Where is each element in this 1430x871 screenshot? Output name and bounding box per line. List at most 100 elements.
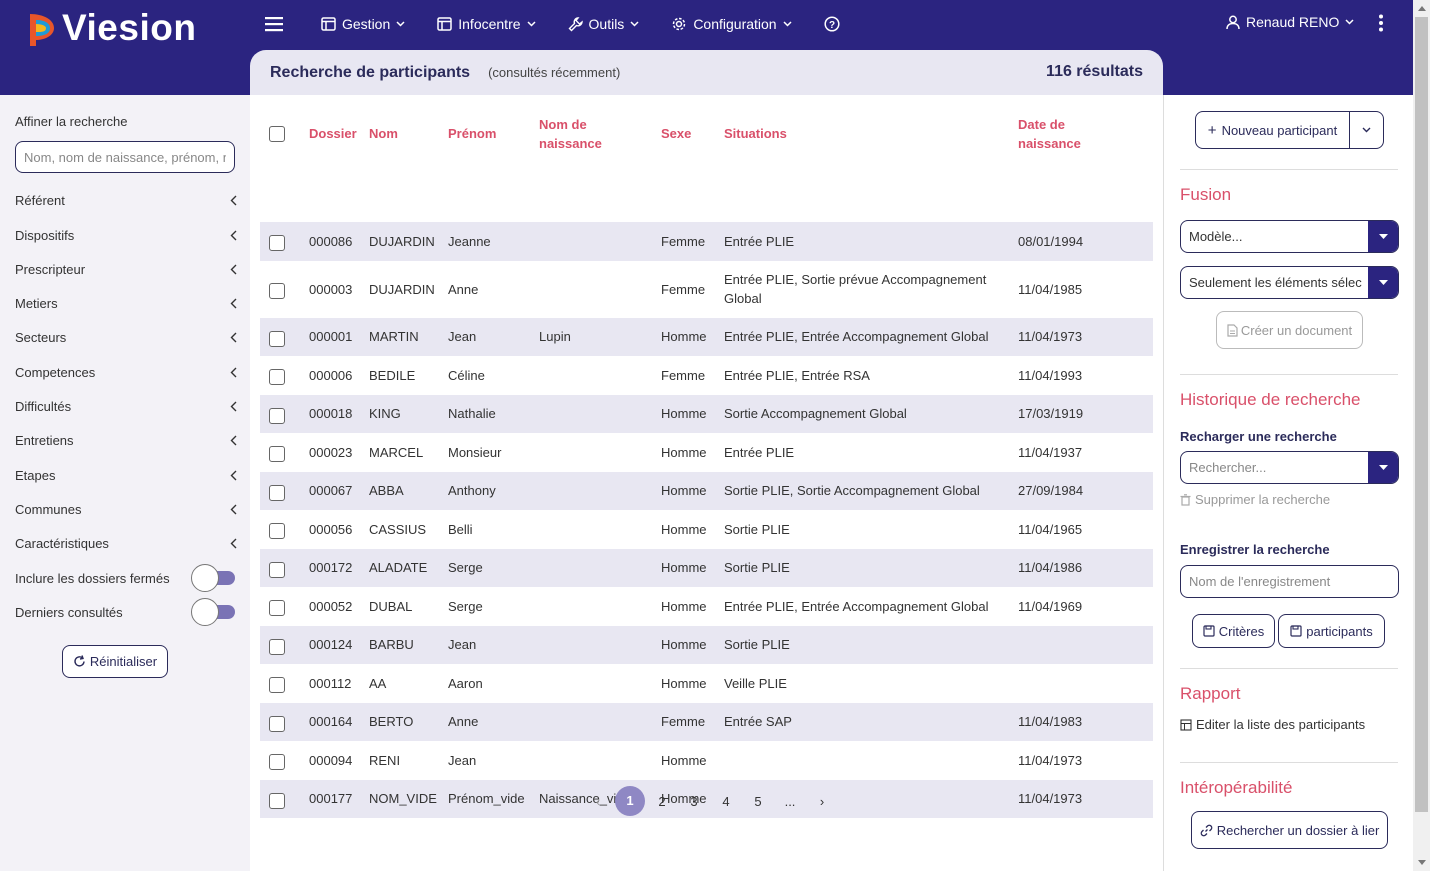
cell-date-naissance: 08/01/1994 <box>1018 233 1084 249</box>
link-folder-button[interactable]: Rechercher un dossier à lier <box>1191 811 1388 849</box>
scroll-thumb[interactable] <box>1415 17 1428 812</box>
cell-situations: Sortie PLIE, Sortie Accompagnement Globa… <box>724 483 980 499</box>
app-logo[interactable]: Viesion <box>26 8 196 48</box>
col-situations[interactable]: Situations <box>724 104 787 163</box>
filter-label: Référent <box>15 193 65 208</box>
row-checkbox[interactable] <box>269 235 285 252</box>
row-checkbox[interactable] <box>269 523 285 540</box>
modele-select[interactable]: Modèle... <box>1180 220 1399 253</box>
table-row[interactable]: 000112 AA Aaron Homme Veille PLIE <box>260 664 1153 703</box>
row-checkbox[interactable] <box>269 715 285 732</box>
save-participants-button[interactable]: participants <box>1278 614 1385 648</box>
edit-list-link[interactable]: Editer la liste des participants <box>1180 717 1365 732</box>
table-row[interactable]: 000006 BEDILE Céline Femme Entrée PLIE, Entr… <box>260 356 1153 395</box>
page-5[interactable]: 5 <box>742 794 774 809</box>
chevron-left-icon <box>230 298 237 309</box>
next-page-icon[interactable]: › <box>806 794 838 809</box>
row-checkbox[interactable] <box>269 600 285 617</box>
row-checkbox[interactable] <box>269 407 285 424</box>
row-checkbox[interactable] <box>269 561 285 578</box>
row-checkbox[interactable] <box>269 677 285 694</box>
filter-label: Metiers <box>15 296 58 311</box>
reload-search-select[interactable]: Rechercher... <box>1180 451 1399 484</box>
table-row[interactable]: 000172 ALADATE Serge Homme Sortie PLIE 11/04/… <box>260 548 1153 587</box>
table-row[interactable]: 000003 DUJARDIN Anne Femme Entrée PLIE, Sort… <box>260 261 1153 318</box>
cell-prenom: Prénom_vide <box>448 791 525 807</box>
selection-select[interactable]: Seulement les éléments sélec <box>1180 266 1399 299</box>
filter-metiers[interactable]: Metiers <box>15 296 237 311</box>
new-participant-dropdown[interactable] <box>1350 112 1383 148</box>
table-row[interactable]: 000052 DUBAL Serge Homme Entrée PLIE, Entrée… <box>260 587 1153 626</box>
filter-dispositifs[interactable]: Dispositifs <box>15 228 237 243</box>
page-2[interactable]: 2 <box>646 794 678 809</box>
caret-down-icon[interactable] <box>1368 267 1398 298</box>
toggle-closed-files[interactable] <box>191 564 235 592</box>
page-ellipsis[interactable]: ... <box>774 794 806 809</box>
page-3[interactable]: 3 <box>678 794 710 809</box>
hamburger-menu-icon[interactable] <box>265 16 289 32</box>
nav-configuration[interactable]: Configuration <box>671 16 792 32</box>
col-nom-naissance[interactable]: Nom de naissance <box>539 104 619 163</box>
table-row[interactable]: 000056 CASSIUS Belli Homme Sortie PLIE 11/04/… <box>260 510 1153 549</box>
row-checkbox[interactable] <box>269 792 285 809</box>
filter-caracteristiques[interactable]: Caractéristiques <box>15 536 237 551</box>
more-options-icon[interactable] <box>1376 14 1386 35</box>
table-row[interactable]: 000086 DUJARDIN Jeanne Femme Entrée PLIE 08/0… <box>260 222 1153 261</box>
row-checkbox[interactable] <box>269 369 285 386</box>
save-criteria-button[interactable]: Critères <box>1192 614 1275 648</box>
scroll-up-icon[interactable] <box>1413 0 1430 17</box>
help-icon[interactable]: ? <box>824 16 846 32</box>
delete-search-link[interactable]: Supprimer la recherche <box>1180 492 1330 507</box>
col-nom[interactable]: Nom <box>369 104 398 163</box>
filter-entretiens[interactable]: Entretiens <box>15 433 237 448</box>
reset-button[interactable]: Réinitialiser <box>62 645 168 678</box>
user-menu[interactable]: Renaud RENO <box>1226 14 1354 30</box>
cell-nom-naissance <box>539 664 659 703</box>
select-all-checkbox[interactable] <box>269 126 285 142</box>
col-sexe[interactable]: Sexe <box>661 104 691 163</box>
scroll-down-icon[interactable] <box>1413 854 1430 871</box>
filter-prescripteur[interactable]: Prescripteur <box>15 262 237 277</box>
cell-dossier: 000001 <box>309 329 353 345</box>
toggle-recent[interactable] <box>191 598 235 626</box>
row-checkbox[interactable] <box>269 446 285 463</box>
table-row[interactable]: 000023 MARCEL Monsieur Homme Entrée PLIE 11/0… <box>260 433 1153 472</box>
filter-difficultes[interactable]: Difficultés <box>15 399 237 414</box>
filter-secteurs[interactable]: Secteurs <box>15 330 237 345</box>
new-participant-button[interactable]: + Nouveau participant <box>1196 112 1350 148</box>
save-name-input[interactable] <box>1180 565 1399 598</box>
participants-label: participants <box>1306 623 1373 639</box>
table-row[interactable]: 000018 KING Nathalie Homme Sortie Accompagne… <box>260 394 1153 433</box>
nav-outils[interactable]: Outils <box>568 16 640 32</box>
search-input[interactable] <box>15 141 235 173</box>
caret-down-icon[interactable] <box>1368 452 1398 483</box>
create-document-button[interactable]: Créer un document <box>1216 311 1363 349</box>
nav-gestion[interactable]: Gestion <box>321 16 405 32</box>
row-checkbox[interactable] <box>269 484 285 501</box>
table-row[interactable]: 000094 RENI Jean Homme 11/04/1973 <box>260 741 1153 780</box>
table-row[interactable]: 000001 MARTIN Jean Lupin Homme Entrée PLIE, E… <box>260 317 1153 356</box>
cell-date-naissance: 11/04/1993 <box>1018 367 1083 383</box>
prev-page-icon[interactable]: ‹ <box>582 794 614 809</box>
caret-down-icon[interactable] <box>1368 221 1398 252</box>
row-checkbox[interactable] <box>269 754 285 771</box>
page-scrollbar[interactable] <box>1413 0 1430 871</box>
row-checkbox[interactable] <box>269 283 285 299</box>
col-date-naissance[interactable]: Date de naissance <box>1018 104 1098 163</box>
filter-label: Prescripteur <box>15 262 86 277</box>
table-row[interactable]: 000124 BARBU Jean Homme Sortie PLIE <box>260 625 1153 664</box>
filter-competences[interactable]: Competences <box>15 365 237 380</box>
nav-infocentre[interactable]: Infocentre <box>437 16 536 32</box>
page-1[interactable]: 1 <box>615 786 645 816</box>
col-dossier[interactable]: Dossier <box>309 104 357 163</box>
filter-etapes[interactable]: Etapes <box>15 468 237 483</box>
filter-communes[interactable]: Communes <box>15 502 237 517</box>
filter-label: Entretiens <box>15 433 74 448</box>
row-checkbox[interactable] <box>269 638 285 655</box>
filter-referent[interactable]: Référent <box>15 193 237 208</box>
page-4[interactable]: 4 <box>710 794 742 809</box>
row-checkbox[interactable] <box>269 330 285 347</box>
col-prenom[interactable]: Prénom <box>448 104 496 163</box>
table-row[interactable]: 000067 ABBA Anthony Homme Sortie PLIE, Sorti… <box>260 471 1153 510</box>
table-row[interactable]: 000164 BERTO Anne Femme Entrée SAP 11/04/1983 <box>260 702 1153 741</box>
